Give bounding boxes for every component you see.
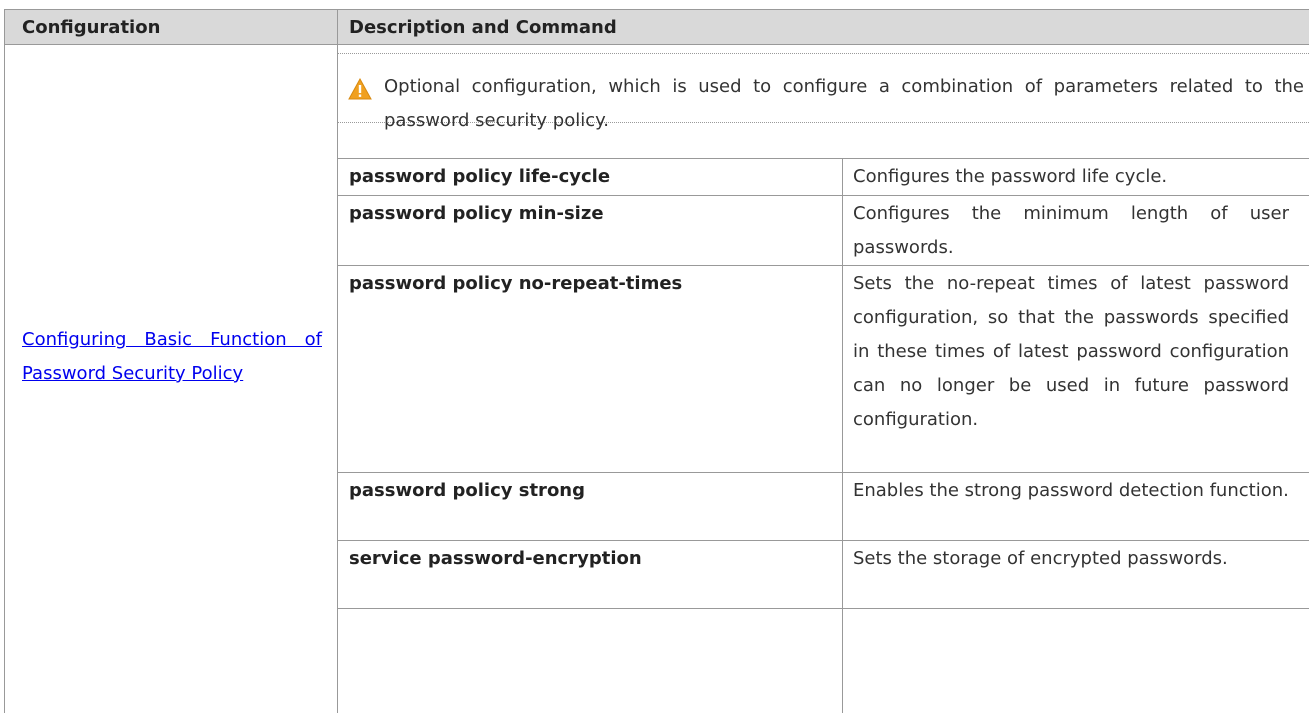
column-header-configuration: Configuration xyxy=(22,17,161,38)
command-text: service password-encryption xyxy=(349,548,642,569)
table-header xyxy=(4,9,1309,44)
configuration-link[interactable]: Configuring Basic Function of Password S… xyxy=(22,323,322,391)
table-top-border xyxy=(4,9,1309,10)
description-text: Enables the strong password detection fu… xyxy=(853,480,1289,501)
warning-icon xyxy=(348,77,372,100)
command-text: password policy life-cycle xyxy=(349,166,611,187)
description-text: Configures the password life cycle. xyxy=(853,166,1168,187)
row-border xyxy=(338,540,1309,541)
note-top-rule xyxy=(338,53,1309,54)
inner-column-divider xyxy=(842,158,843,713)
note-text: Optional configuration, which is used to… xyxy=(384,76,1304,131)
left-border xyxy=(4,9,5,713)
description-text: Sets the storage of encrypted passwords. xyxy=(853,548,1228,569)
command-text: password policy min-size xyxy=(349,203,604,224)
description-text: Configures the minimum length of user pa… xyxy=(853,203,1289,258)
description-text: Sets the no-repeat times of latest passw… xyxy=(853,273,1289,430)
command-text: password policy strong xyxy=(349,480,586,501)
column-header-description: Description and Command xyxy=(349,17,617,38)
row-border xyxy=(338,608,1309,609)
row-border xyxy=(338,265,1309,266)
row-border xyxy=(338,472,1309,473)
command-text: password policy no-repeat-times xyxy=(349,273,683,294)
header-bottom-border xyxy=(4,44,1309,45)
row-border xyxy=(338,158,1309,159)
row-border xyxy=(338,195,1309,196)
